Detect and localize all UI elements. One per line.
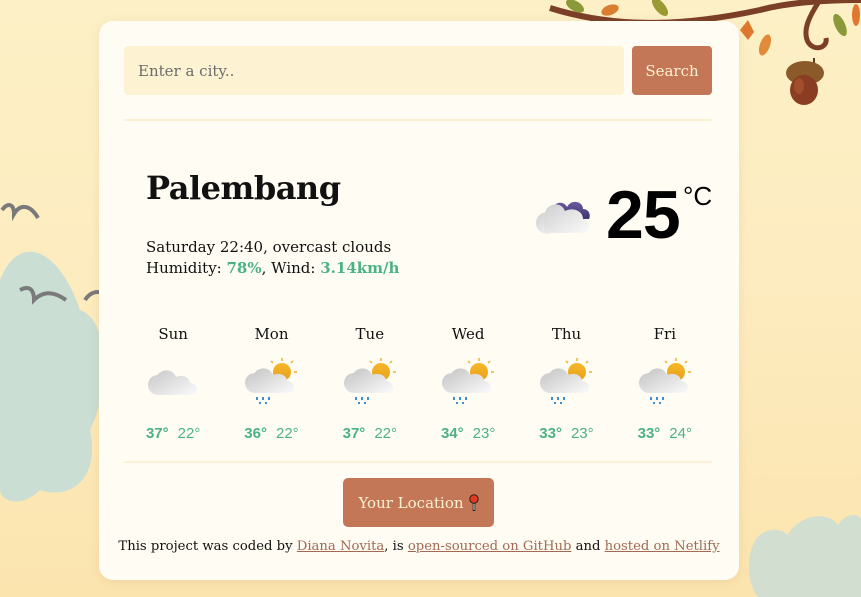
- forecast-day-name: Sun: [158, 325, 188, 343]
- forecast-temps: 33° 24°: [616, 425, 714, 442]
- forecast-list: Sun 37° 22° Mon 36° 22° Tue 37° 22° Wed …: [124, 321, 714, 442]
- forecast-day-name: Thu: [551, 325, 582, 343]
- github-link[interactable]: open-sourced on GitHub: [408, 539, 572, 554]
- forecast-min-temp: 23°: [570, 425, 594, 442]
- divider: [124, 461, 712, 463]
- forecast-max-temp: 33°: [539, 425, 562, 442]
- forecast-day: Wed 34° 23°: [419, 321, 517, 442]
- humidity-value: 78%: [226, 259, 262, 277]
- forecast-day: Tue 37° 22°: [321, 321, 419, 442]
- forecast-temps: 36° 22°: [222, 425, 320, 442]
- forecast-min-temp: 22°: [374, 425, 397, 442]
- divider: [124, 119, 712, 121]
- datetime-description: Saturday 22:40, overcast clouds: [146, 238, 392, 256]
- sun-cloud-rain-icon: [638, 358, 691, 404]
- cloudy-icon: [148, 370, 198, 395]
- footer-middle: , is: [384, 539, 408, 554]
- forecast-day: Fri 33° 24°: [616, 321, 714, 442]
- weather-description: overcast clouds: [272, 238, 392, 256]
- forecast-temps: 37° 22°: [124, 425, 222, 442]
- forecast-temps: 33° 23°: [517, 425, 615, 442]
- forecast-day-name: Wed: [451, 325, 485, 343]
- forecast-max-temp: 37°: [342, 425, 366, 442]
- current-temperature: 25: [606, 177, 681, 253]
- forecast-day: Mon 36° 22°: [222, 321, 320, 442]
- forecast-max-temp: 33°: [637, 425, 661, 442]
- city-search-input[interactable]: [124, 46, 624, 95]
- author-link[interactable]: Diana Novita: [297, 539, 385, 554]
- forecast-min-temp: 22°: [177, 425, 201, 442]
- forecast-temps: 34° 23°: [419, 425, 517, 442]
- forecast-max-temp: 36°: [244, 425, 267, 442]
- cloud-illustration: [748, 515, 861, 597]
- current-details: Saturday 22:40, overcast clouds Humidity…: [146, 237, 399, 279]
- humidity-wind: Humidity: 78%, Wind: 3.14km/h: [146, 258, 399, 279]
- netlify-link[interactable]: hosted on Netlify: [605, 539, 720, 554]
- forecast-max-temp: 37°: [145, 425, 169, 442]
- your-location-button[interactable]: Your Location: [343, 478, 494, 527]
- overcast-clouds-icon: [536, 201, 590, 234]
- forecast-temps: 37° 22°: [321, 425, 419, 442]
- city-name: Palembang: [146, 169, 341, 207]
- forecast-day: Sun 37° 22°: [124, 321, 222, 442]
- forecast-day-name: Fri: [653, 325, 676, 343]
- sun-cloud-rain-icon: [540, 358, 593, 404]
- wind-value: 3.14km/h: [320, 259, 400, 277]
- forecast-day-name: Tue: [355, 325, 385, 343]
- forecast-min-temp: 24°: [669, 425, 692, 442]
- forecast-day-name: Mon: [254, 325, 289, 343]
- search-form: Search: [124, 46, 712, 95]
- humidity-label: Humidity:: [146, 259, 227, 277]
- cloud-with-birds-illustration: [0, 203, 106, 502]
- wind-label: , Wind:: [261, 259, 321, 277]
- temperature-unit[interactable]: °C: [683, 181, 712, 212]
- footer-and: and: [571, 539, 605, 554]
- sun-cloud-rain-icon: [245, 358, 298, 404]
- weather-card: Search Palembang Saturday 22:40, overcas…: [99, 21, 739, 580]
- forecast-min-temp: 23°: [472, 425, 496, 442]
- footer-prefix: This project was coded by: [118, 539, 297, 554]
- forecast-min-temp: 22°: [275, 425, 299, 442]
- sun-cloud-rain-icon: [442, 358, 495, 404]
- your-location-label: Your Location: [358, 493, 464, 512]
- forecast-day: Thu 33° 23°: [517, 321, 615, 442]
- forecast-max-temp: 34°: [440, 425, 464, 442]
- search-button[interactable]: Search: [632, 46, 712, 95]
- sun-cloud-rain-icon: [343, 358, 396, 404]
- pushpin-icon: [468, 493, 479, 511]
- footer-credits: This project was coded by Diana Novita, …: [99, 539, 739, 554]
- datetime: Saturday 22:40: [146, 238, 264, 256]
